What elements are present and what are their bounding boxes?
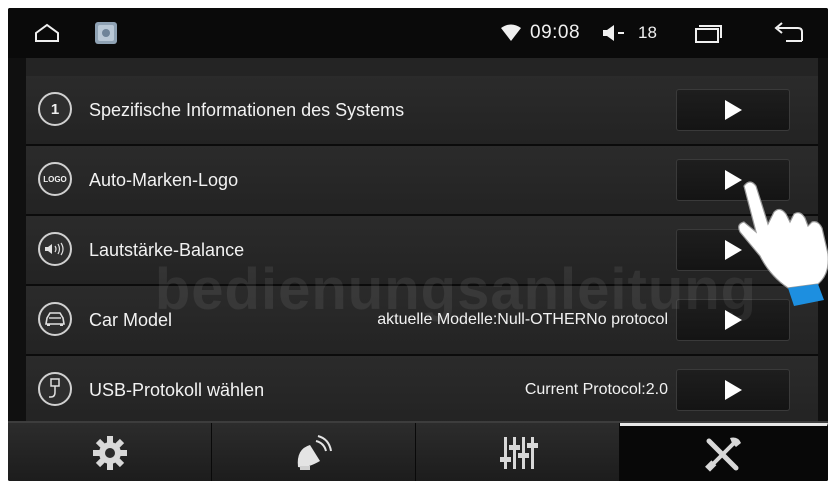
logo-icon: LOGO	[38, 162, 72, 196]
usb-icon	[38, 372, 72, 406]
clock: 09:08	[530, 22, 581, 43]
wifi-icon	[500, 8, 522, 58]
list-top-edge	[26, 58, 818, 77]
list-item-volume-balance[interactable]: Lautstärke-Balance	[26, 216, 818, 286]
list-item-label: USB-Protokoll wählen	[89, 380, 265, 400]
home-icon[interactable]	[34, 8, 60, 58]
list-item-value: aktuelle Modelle:Null-OTHERNo protocol	[377, 311, 668, 328]
list-item-value: Current Protocol:2.0	[524, 381, 668, 398]
list-item-label: Lautstärke-Balance	[89, 240, 245, 260]
list-item-label: Spezifische Informationen des Systems	[89, 100, 405, 120]
list-item-label: Car Model	[89, 310, 173, 330]
gear-icon	[92, 436, 127, 470]
equalizer-icon	[499, 437, 538, 469]
info-number-icon: 1	[38, 92, 72, 126]
list-item-brand-logo[interactable]: LOGO Auto-Marken-Logo	[26, 146, 818, 216]
bottom-navigation	[8, 421, 828, 481]
volume-icon	[602, 8, 626, 58]
list-item-car-model[interactable]: Car Model aktuelle Modelle:Null-OTHERNo …	[26, 286, 818, 356]
satellite-dish-icon	[297, 435, 332, 470]
info-number-icon-text: 1	[50, 100, 60, 118]
volume-level: 18	[638, 23, 657, 42]
head-unit-screen: 09:08 18 1 Spezifische Informationen des…	[8, 8, 828, 481]
tab-tools[interactable]	[620, 423, 828, 481]
sound-balance-icon	[38, 232, 72, 266]
tab-equalizer[interactable]	[416, 423, 620, 481]
open-button[interactable]	[676, 89, 790, 131]
play-arrow-icon	[725, 380, 742, 400]
tools-icon	[704, 437, 741, 472]
car-icon	[38, 302, 72, 336]
open-button[interactable]	[676, 369, 790, 411]
gallery-app-icon[interactable]	[94, 8, 118, 58]
tab-signal[interactable]	[212, 423, 416, 481]
recent-apps-icon[interactable]	[694, 8, 722, 58]
back-icon[interactable]	[772, 8, 804, 58]
status-bar: 09:08 18	[8, 8, 828, 58]
tab-settings[interactable]	[8, 423, 212, 481]
settings-list: 1 Spezifische Informationen des Systems …	[26, 58, 818, 426]
list-item-system-info[interactable]: 1 Spezifische Informationen des Systems	[26, 76, 818, 146]
play-arrow-icon	[725, 100, 742, 120]
pointing-hand-icon	[730, 176, 828, 316]
list-item-label: Auto-Marken-Logo	[89, 170, 239, 190]
list-item-usb-protocol[interactable]: USB-Protokoll wählen Current Protocol:2.…	[26, 356, 818, 426]
logo-icon-text: LOGO	[43, 174, 67, 184]
